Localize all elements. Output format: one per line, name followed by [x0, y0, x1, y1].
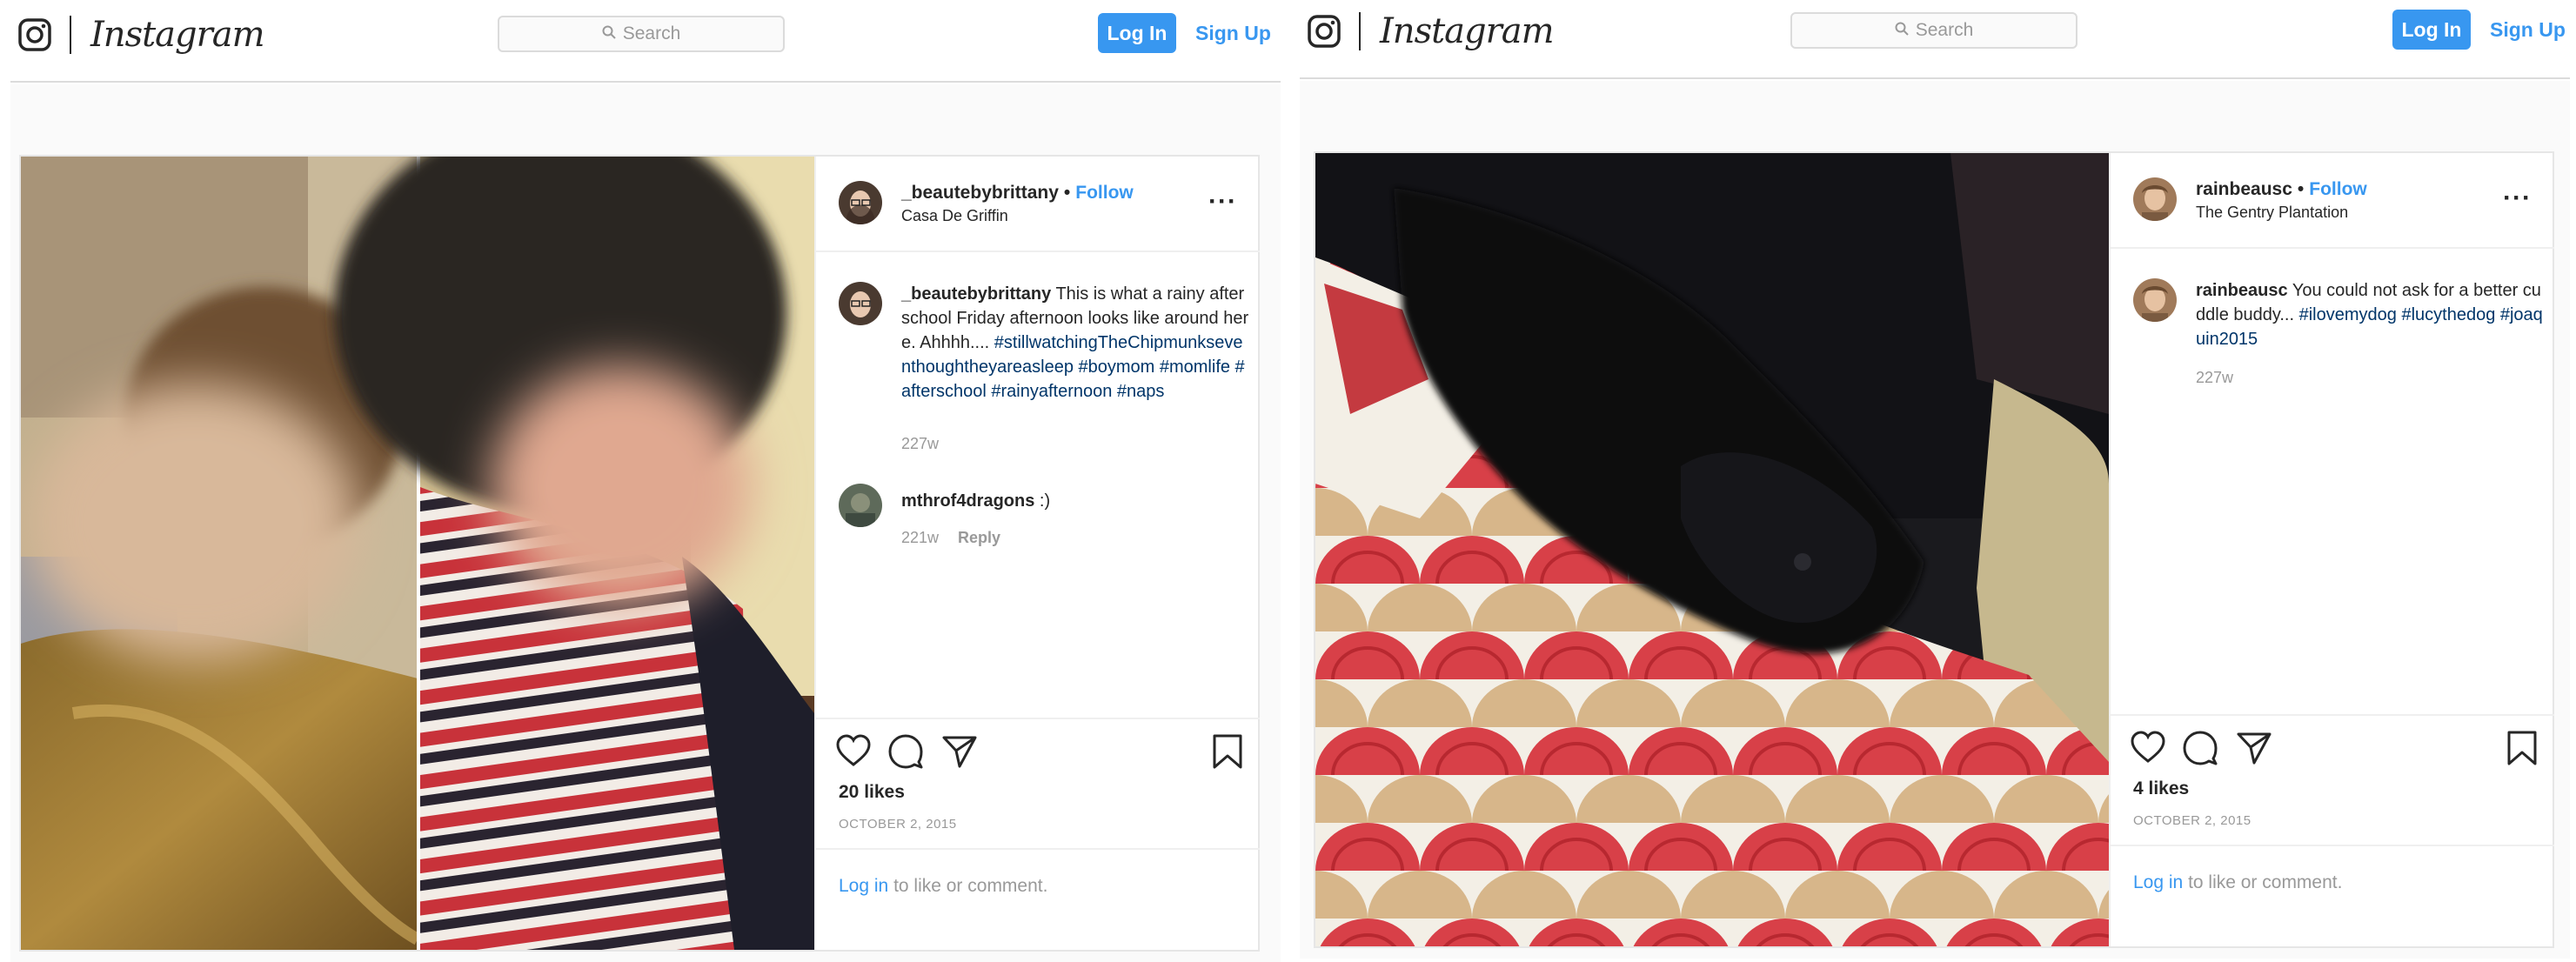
instagram-glyph-icon — [1307, 14, 1342, 49]
caption-age[interactable]: 227w — [2196, 369, 2233, 387]
login-link[interactable]: Log in — [839, 876, 888, 896]
comment-meta: 221w Reply — [901, 529, 1000, 547]
post-date[interactable]: OCTOBER 2, 2015 — [839, 817, 957, 832]
post-card: _beautebybrittany • Follow Casa De Griffin… — [19, 155, 1260, 952]
search-placeholder: Search — [622, 23, 681, 43]
caption-username[interactable]: rainbeausc — [2196, 281, 2288, 300]
instagram-logo[interactable]: Instagram — [17, 12, 265, 57]
post-photo[interactable] — [1315, 153, 2109, 946]
caption-text: rainbeausc You could not ask for a bette… — [2196, 278, 2544, 351]
follow-button[interactable]: Follow — [2309, 179, 2367, 199]
login-prompt-text: to like or comment. — [893, 876, 1048, 896]
login-link[interactable]: Log in — [2133, 872, 2183, 892]
like-count[interactable]: 20 likes — [839, 782, 905, 803]
more-options-icon[interactable]: ··· — [2503, 185, 2532, 211]
signup-link[interactable]: Sign Up — [1195, 13, 1271, 53]
author-username[interactable]: rainbeausc — [2196, 179, 2292, 199]
comment-icon[interactable] — [2182, 730, 2218, 771]
instagram-window-right: Instagram Search Log In Sign Up rainbeau… — [1300, 0, 2570, 962]
logo-divider — [1359, 12, 1361, 50]
instagram-logo[interactable]: Instagram — [1307, 9, 1555, 54]
login-prompt: Log in to like or comment. — [2111, 845, 2554, 949]
post-header: _beautebybrittany • Follow Casa De Griffin… — [816, 157, 1260, 252]
share-icon[interactable] — [2236, 730, 2272, 771]
search-icon — [602, 23, 623, 44]
comment-list: rainbeausc You could not ask for a bette… — [2111, 251, 2554, 713]
top-navbar: Instagram Search Log In Sign Up — [10, 0, 1281, 83]
bookmark-icon[interactable] — [1209, 733, 1246, 774]
post-location[interactable]: Casa De Griffin — [901, 207, 1008, 225]
heart-icon[interactable] — [2130, 730, 2166, 771]
comment-body: :) — [1039, 491, 1051, 511]
signup-link[interactable]: Sign Up — [2490, 10, 2566, 50]
comment-icon[interactable] — [887, 733, 924, 774]
post-card: rainbeausc • Follow The Gentry Plantation … — [1314, 151, 2554, 948]
post-sidebar: _beautebybrittany • Follow Casa De Griffin… — [814, 157, 1260, 950]
commenter-username[interactable]: mthrof4dragons — [901, 491, 1034, 511]
action-bar — [835, 733, 1244, 775]
follow-button[interactable]: Follow — [1075, 183, 1134, 203]
bookmark-icon[interactable] — [2504, 730, 2540, 771]
caption-username[interactable]: _beautebybrittany — [901, 284, 1051, 304]
login-prompt: Log in to like or comment. — [816, 848, 1260, 952]
caption-avatar[interactable] — [2133, 278, 2177, 322]
share-icon[interactable] — [941, 733, 978, 774]
comment-list: _beautebybrittany This is what a rainy a… — [816, 254, 1260, 717]
post-header: rainbeausc • Follow The Gentry Plantation … — [2111, 153, 2554, 249]
author-avatar[interactable] — [839, 181, 882, 224]
search-input[interactable]: Search — [498, 16, 785, 52]
separator-dot: • — [2297, 179, 2305, 199]
separator-dot: • — [1063, 183, 1071, 203]
post-actions: 20 likes OCTOBER 2, 2015 Log in to like … — [816, 718, 1260, 954]
search-icon — [1895, 20, 1916, 41]
like-count[interactable]: 4 likes — [2133, 778, 2189, 799]
caption-text: _beautebybrittany This is what a rainy a… — [901, 282, 1249, 404]
instagram-glyph-icon — [17, 17, 52, 52]
top-navbar: Instagram Search Log In Sign Up — [1300, 0, 2570, 79]
post-actions: 4 likes OCTOBER 2, 2015 Log in to like o… — [2111, 714, 2554, 951]
author-username[interactable]: _beautebybrittany — [901, 183, 1059, 203]
reply-button[interactable]: Reply — [958, 529, 1000, 546]
author-avatar[interactable] — [2133, 177, 2177, 221]
comment-text: mthrof4dragons :) — [901, 489, 1249, 513]
author-line: rainbeausc • Follow — [2196, 179, 2367, 200]
login-prompt-text: to like or comment. — [2188, 872, 2343, 892]
search-input[interactable]: Search — [1790, 12, 2078, 49]
logo-divider — [70, 16, 71, 54]
commenter-avatar[interactable] — [839, 484, 882, 527]
instagram-wordmark: Instagram — [90, 15, 265, 55]
post-location[interactable]: The Gentry Plantation — [2196, 204, 2348, 222]
login-button[interactable]: Log In — [1098, 13, 1176, 53]
more-options-icon[interactable]: ··· — [1208, 189, 1237, 215]
heart-icon[interactable] — [835, 733, 872, 774]
instagram-wordmark: Instagram — [1380, 11, 1555, 51]
post-date[interactable]: OCTOBER 2, 2015 — [2133, 813, 2251, 828]
search-placeholder: Search — [1915, 20, 1974, 40]
caption-avatar[interactable] — [839, 282, 882, 325]
login-button[interactable]: Log In — [2392, 10, 2471, 50]
comment-age[interactable]: 221w — [901, 529, 939, 546]
post-photo[interactable] — [21, 157, 814, 950]
action-bar — [2130, 730, 2539, 772]
author-line: _beautebybrittany • Follow — [901, 183, 1134, 204]
post-sidebar: rainbeausc • Follow The Gentry Plantation … — [2109, 153, 2554, 946]
caption-age[interactable]: 227w — [901, 435, 939, 453]
instagram-window-left: Instagram Search Log In Sign Up _beauteb… — [10, 0, 1281, 962]
